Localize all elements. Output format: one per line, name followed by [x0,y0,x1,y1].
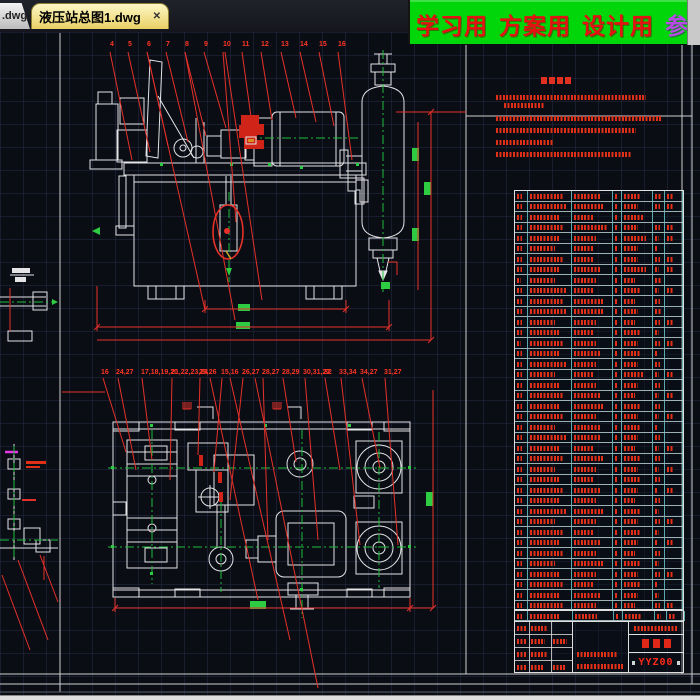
watermark-banner: 学习用 方案用 设计用 参考用 [408,0,700,44]
table-row [515,191,684,202]
balloon-label: 16 [338,41,346,48]
table-row [515,201,684,212]
window-bottom-edge [0,695,700,700]
balloon-label: 6 [147,41,151,48]
table-row [515,548,684,559]
table-row [515,506,684,517]
tab-label: .dwg [2,10,28,22]
table-row [515,464,684,475]
table-row [515,254,684,265]
balloon-label: 16 [101,369,109,376]
table-row [515,485,684,496]
balloon-label: 10 [223,41,231,48]
table-row [515,579,684,590]
table-row [515,495,684,506]
drawing-info-cell [573,622,629,672]
close-icon[interactable]: ✕ [153,11,161,22]
table-row [515,590,684,601]
table-row [515,537,684,548]
table-row [515,338,684,349]
scrollbar[interactable] [687,0,700,45]
code-cell: YYZ00 [629,622,683,672]
tab-label: 液压站总图1.dwg [39,10,141,25]
table-row [515,306,684,317]
table-row [515,453,684,464]
table-row [515,569,684,580]
balloon-label: 33,34 [339,369,357,376]
table-row [515,443,684,454]
technical-notes [496,72,686,167]
table-row [515,380,684,391]
table-row [515,558,684,569]
drawing-number: YYZ00 [638,657,674,668]
balloon-label: 13 [281,41,289,48]
table-row [515,275,684,286]
banner-text: 方案用 [499,13,571,39]
balloon-label: 9 [204,41,208,48]
balloon-label: 4 [110,41,114,48]
table-row [515,222,684,233]
balloon-label: 25,26 [199,369,217,376]
balloon-label: 32 [324,369,332,376]
parts-list-table [514,190,684,611]
table-row [515,359,684,370]
table-row [515,432,684,443]
table-row [515,296,684,307]
table-row [515,527,684,538]
table-row [515,401,684,412]
balloon-label: 7 [166,41,170,48]
table-row [515,348,684,359]
table-row [515,317,684,328]
table-row [515,516,684,527]
banner-text: 学习用 [416,13,488,39]
balloon-label: 34,27 [360,369,378,376]
table-row [515,212,684,223]
balloon-label: 5 [128,41,132,48]
tab-other-dwg[interactable]: .dwg [0,3,30,29]
banner-text: 设计用 [582,13,654,39]
title-block: YYZ00 [514,610,685,673]
table-row [515,285,684,296]
table-row [515,369,684,380]
table-row [515,411,684,422]
balloon-label: 14 [300,41,308,48]
table-row [515,611,685,621]
cad-application-window: .dwg 液压站总图1.dwg ✕ 学习用 方案用 设计用 参考用 [0,0,700,700]
table-row [515,233,684,244]
balloon-label: 15,16 [221,369,239,376]
balloon-label: 24,27 [116,369,134,376]
table-row [515,264,684,275]
company-stamp [629,635,683,653]
balloon-label: 28,29 [282,369,300,376]
table-row [515,243,684,254]
balloon-label: 26,27 [242,369,260,376]
balloon-label: 11 [242,41,250,48]
tab-active-drawing[interactable]: 液压站总图1.dwg ✕ [31,3,169,29]
parts-list-header [515,611,685,622]
balloon-label: 31,27 [384,369,402,376]
signature-grid [515,622,573,672]
table-row [515,390,684,401]
balloon-label: 8 [185,41,189,48]
balloon-label: 15 [319,41,327,48]
table-row [515,422,684,433]
table-row [515,327,684,338]
balloon-label: 12 [261,41,269,48]
table-row [515,474,684,485]
balloon-label: 28,27 [262,369,280,376]
